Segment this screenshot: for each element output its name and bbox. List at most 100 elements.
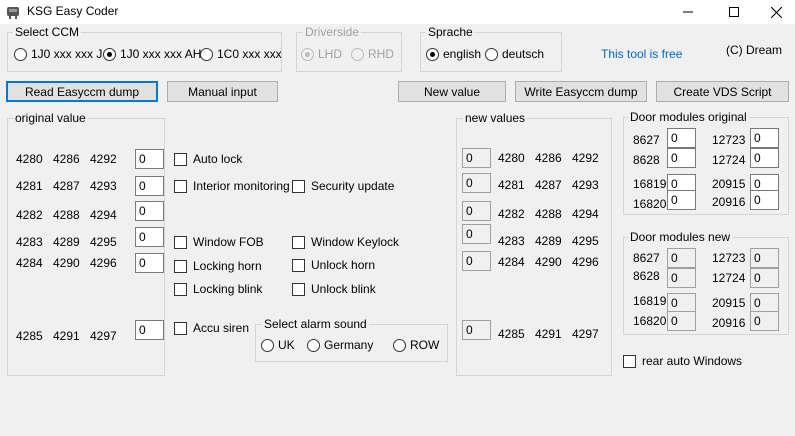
original-value-field[interactable]: 0	[135, 201, 164, 221]
security-update-checkbox[interactable]: Security update	[292, 178, 394, 194]
original-addr: 4291	[53, 329, 80, 343]
checkbox-icon	[174, 152, 187, 166]
new-addr: 4292	[572, 151, 599, 165]
manual-input-button[interactable]: Manual input	[167, 81, 278, 102]
language-option-deutsch[interactable]: deutsch	[485, 46, 544, 62]
door-modules-new-label: Door modules new	[628, 230, 733, 244]
driverside-option-rhd[interactable]: RHD	[351, 46, 394, 62]
original-addr: 4290	[53, 256, 80, 270]
door-original-field[interactable]: 0	[750, 148, 779, 168]
radio-circle-icon	[261, 338, 274, 352]
original-addr: 4284	[16, 256, 43, 270]
door-original-field[interactable]: 0	[667, 190, 696, 210]
alarm-option-uk[interactable]: UK	[261, 337, 295, 353]
original-addr: 4294	[90, 208, 117, 222]
ccm-option-ah[interactable]: 1J0 xxx xxx AH	[103, 46, 201, 62]
close-icon[interactable]	[757, 0, 795, 24]
new-addr: 4285	[498, 327, 525, 341]
driverside-label: Driverside	[303, 25, 362, 39]
door-original-field[interactable]: 0	[667, 148, 696, 168]
door-addr: 16820	[633, 197, 667, 211]
interior-monitoring-checkbox[interactable]: Interior monitoring	[174, 178, 290, 194]
door-new-field: 0	[750, 293, 779, 313]
ccm-option-1c0[interactable]: 1C0 xxx xxx	[200, 46, 282, 62]
new-addr: 4291	[535, 327, 562, 341]
original-value-field[interactable]: 0	[135, 176, 164, 196]
original-addr: 4282	[16, 208, 43, 222]
minimize-icon[interactable]	[665, 0, 711, 24]
door-new-field: 0	[667, 268, 696, 288]
original-addr: 4295	[90, 235, 117, 249]
door-original-field[interactable]: 0	[750, 128, 779, 148]
new-addr: 4297	[572, 327, 599, 341]
alarm-option-germany[interactable]: Germany	[307, 337, 373, 353]
door-addr: 20916	[712, 316, 746, 330]
driverside-option-lhd[interactable]: LHD	[301, 46, 342, 62]
original-value-label: original value	[13, 111, 88, 125]
door-addr: 20916	[712, 195, 746, 209]
original-addr: 4280	[16, 152, 43, 166]
accu-siren-checkbox[interactable]: Accu siren	[174, 320, 249, 336]
ccm-option-j[interactable]: 1J0 xxx xxx J	[14, 46, 102, 62]
original-value-field[interactable]: 0	[135, 227, 164, 247]
radio-circle-icon	[351, 47, 364, 61]
new-values-label: new values	[463, 111, 528, 125]
original-addr: 4285	[16, 329, 43, 343]
door-addr: 8628	[633, 269, 660, 283]
language-option-english[interactable]: english	[426, 46, 481, 62]
original-addr: 4293	[90, 179, 117, 193]
locking-horn-checkbox[interactable]: Locking horn	[174, 258, 262, 274]
rear-auto-windows-checkbox[interactable]: rear auto Windows	[623, 353, 742, 369]
radio-circle-icon	[485, 47, 498, 61]
door-original-field[interactable]: 0	[750, 190, 779, 210]
new-value-field: 0	[462, 224, 491, 244]
locking-blink-checkbox[interactable]: Locking blink	[174, 281, 262, 297]
auto-lock-checkbox[interactable]: Auto lock	[174, 151, 242, 167]
new-value-field: 0	[462, 320, 491, 340]
write-dump-button[interactable]: Write Easyccm dump	[515, 81, 647, 102]
new-addr: 4286	[535, 151, 562, 165]
door-original-field[interactable]: 0	[667, 128, 696, 148]
read-dump-button[interactable]: Read Easyccm dump	[6, 81, 158, 102]
window-fob-checkbox[interactable]: Window FOB	[174, 234, 264, 250]
door-new-field: 0	[667, 248, 696, 268]
unlock-horn-checkbox[interactable]: Unlock horn	[292, 257, 375, 273]
checkbox-icon	[292, 282, 305, 296]
radio-circle-icon	[393, 338, 406, 352]
original-value-field[interactable]: 0	[135, 253, 164, 273]
original-value-field[interactable]: 0	[135, 320, 164, 340]
window-keylock-checkbox[interactable]: Window Keylock	[292, 234, 399, 250]
maximize-icon[interactable]	[711, 0, 757, 24]
door-new-field: 0	[667, 311, 696, 331]
door-addr: 16819	[633, 177, 667, 191]
checkbox-icon	[174, 321, 187, 335]
radio-circle-icon	[200, 47, 213, 61]
original-value-field[interactable]: 0	[135, 149, 164, 169]
new-addr: 4289	[535, 234, 562, 248]
new-addr: 4290	[535, 255, 562, 269]
new-addr: 4282	[498, 207, 525, 221]
unlock-blink-checkbox[interactable]: Unlock blink	[292, 281, 376, 297]
new-value-field: 0	[462, 148, 491, 168]
alarm-option-row[interactable]: ROW	[393, 337, 439, 353]
radio-circle-icon	[307, 338, 320, 352]
door-addr: 16819	[633, 294, 667, 308]
checkbox-icon	[623, 354, 636, 368]
radio-circle-icon	[301, 47, 314, 61]
new-value-button[interactable]: New value	[398, 81, 506, 102]
new-value-field: 0	[462, 173, 491, 193]
new-value-field: 0	[462, 251, 491, 271]
create-vds-script-button[interactable]: Create VDS Script	[656, 81, 789, 102]
checkbox-icon	[174, 179, 187, 193]
door-addr: 20915	[712, 177, 746, 191]
select-ccm-label: Select CCM	[13, 25, 82, 39]
new-addr: 4295	[572, 234, 599, 248]
new-addr: 4296	[572, 255, 599, 269]
alarm-sound-label: Select alarm sound	[262, 317, 369, 331]
new-addr: 4280	[498, 151, 525, 165]
copyright-text: (C) Dream	[726, 43, 782, 57]
original-addr: 4297	[90, 329, 117, 343]
door-modules-original-label: Door modules original	[628, 110, 749, 124]
door-new-field: 0	[667, 293, 696, 313]
checkbox-icon	[292, 235, 305, 249]
